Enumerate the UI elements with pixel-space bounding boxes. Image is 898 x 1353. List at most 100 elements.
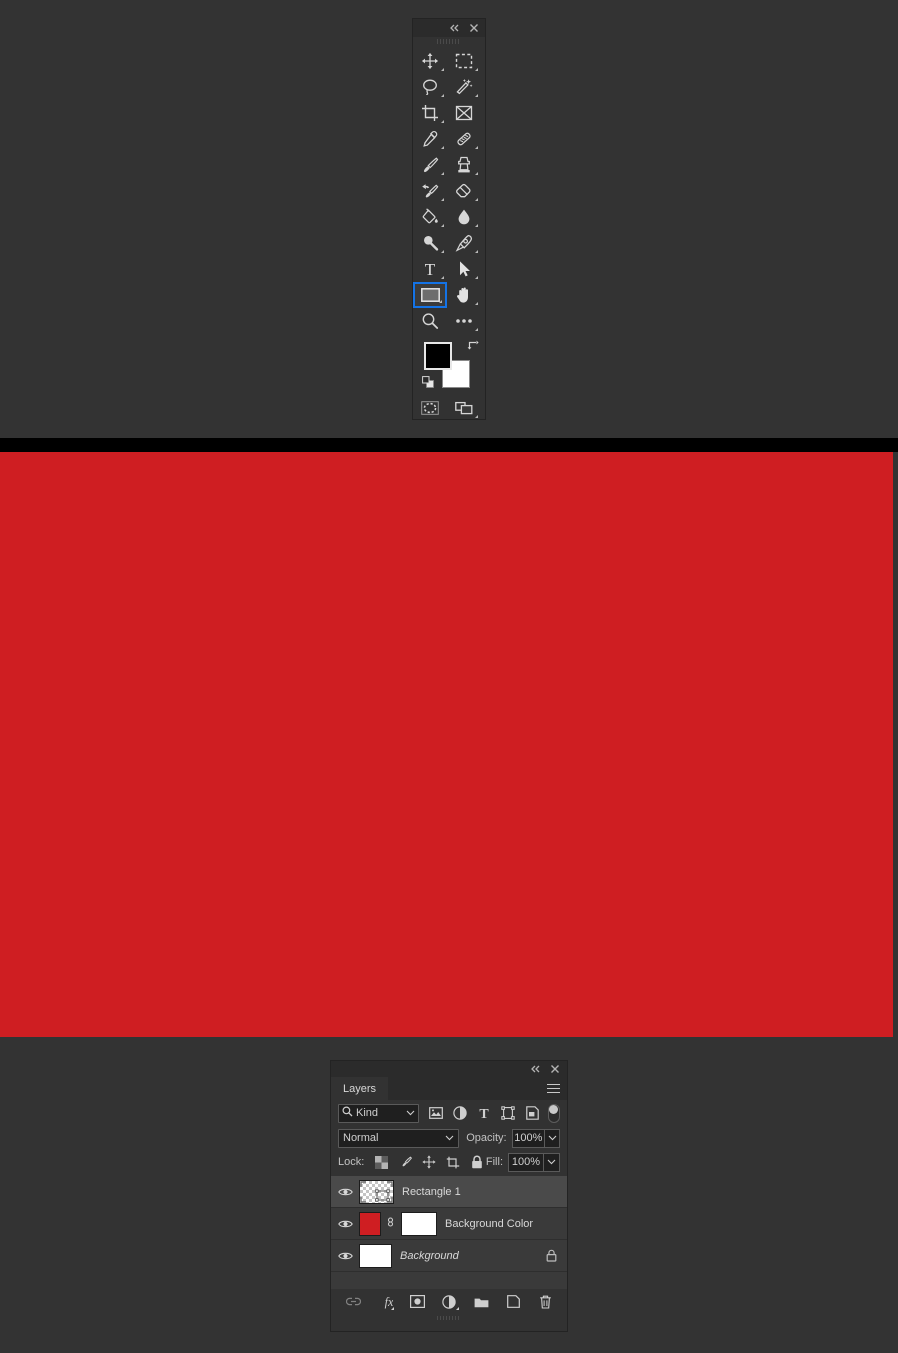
tool-flyout-indicator (439, 300, 442, 303)
blend-mode-select[interactable]: Normal (338, 1128, 460, 1148)
magic-wand-tool[interactable] (447, 74, 481, 100)
crop-tool[interactable] (413, 100, 447, 126)
filter-smart-objects-icon[interactable] (525, 1106, 539, 1121)
opacity-label: Opacity: (466, 1132, 507, 1144)
filter-icon-group: T (429, 1106, 539, 1121)
rectangle-tool[interactable] (413, 282, 447, 308)
edit-toolbar-tool[interactable] (447, 308, 481, 334)
layer-visibility-icon[interactable] (331, 1187, 359, 1197)
tool-flyout-indicator (441, 172, 444, 175)
lock-label: Lock: (338, 1156, 365, 1168)
add-layer-mask-button[interactable] (409, 1294, 425, 1309)
blur-tool[interactable] (447, 204, 481, 230)
close-icon[interactable] (468, 22, 480, 34)
layers-panel-resize-grip[interactable] (331, 1314, 567, 1321)
tool-flyout-indicator (441, 94, 444, 97)
hand-tool[interactable] (447, 282, 481, 308)
brush-tool[interactable] (413, 152, 447, 178)
tools-panel-titlebar (413, 19, 485, 37)
horizontal-type-tool[interactable]: T (413, 256, 447, 282)
rectangular-marquee-tool[interactable] (447, 48, 481, 74)
tool-flyout-indicator (441, 224, 444, 227)
layers-panel: Layers Kind T Normal Opacity: 100% Lock:… (330, 1060, 568, 1332)
tools-panel-drag-grip[interactable] (413, 37, 485, 46)
history-brush-tool[interactable] (413, 178, 447, 204)
table-row[interactable]: Background (331, 1240, 567, 1272)
delete-layer-button[interactable] (538, 1294, 553, 1309)
layer-visibility-icon[interactable] (331, 1251, 359, 1261)
layer-name: Background Color (445, 1217, 534, 1230)
lock-artboard-nesting-icon[interactable] (446, 1155, 460, 1169)
opacity-dropdown-button[interactable] (544, 1128, 560, 1148)
filter-kind-select[interactable]: Kind (338, 1103, 420, 1123)
canvas-top-black-bar (0, 438, 898, 452)
tool-grid: T (413, 46, 485, 334)
new-fill-adjustment-button[interactable] (442, 1294, 459, 1310)
lock-image-pixels-icon[interactable] (398, 1155, 412, 1169)
layer-mask-thumbnail[interactable] (401, 1211, 437, 1236)
screen-mode-button[interactable] (447, 395, 481, 421)
panel-menu-icon[interactable] (547, 1084, 560, 1094)
opacity-input[interactable]: 100% (511, 1128, 545, 1148)
frame-tool[interactable] (447, 100, 481, 126)
fill-dropdown-button[interactable] (543, 1152, 560, 1172)
search-icon (342, 1106, 353, 1120)
tool-row: T (413, 256, 485, 282)
canvas-red-artwork[interactable] (0, 452, 893, 1037)
tool-row (413, 152, 485, 178)
swap-colors-icon[interactable] (467, 339, 479, 351)
default-colors-icon[interactable] (422, 376, 434, 388)
collapse-icon[interactable] (530, 1064, 542, 1074)
foreground-color-swatch[interactable] (424, 342, 452, 370)
chevron-down-icon (445, 1132, 454, 1144)
filter-adjustment-layers-icon[interactable] (453, 1106, 468, 1121)
tool-row (413, 308, 485, 334)
layer-thumbnail[interactable] (359, 1243, 392, 1268)
chevron-down-icon (406, 1107, 415, 1119)
tool-flyout-indicator (441, 120, 444, 123)
lock-transparent-pixels-icon[interactable] (374, 1155, 388, 1169)
tab-layers[interactable]: Layers (331, 1077, 389, 1100)
layer-visibility-icon[interactable] (331, 1219, 359, 1229)
pen-tool[interactable] (447, 230, 481, 256)
table-row[interactable]: Rectangle 1 (331, 1176, 567, 1208)
move-tool[interactable] (413, 48, 447, 74)
eraser-tool[interactable] (447, 178, 481, 204)
svg-text:T: T (480, 1107, 490, 1120)
layer-style-button[interactable]: fx (378, 1294, 394, 1310)
filter-shape-layers-icon[interactable] (501, 1106, 516, 1121)
table-row[interactable]: Background Color (331, 1208, 567, 1240)
filter-type-layers-icon[interactable]: T (477, 1106, 491, 1121)
tool-row (413, 74, 485, 100)
gradient-tool[interactable] (413, 204, 447, 230)
link-layers-button[interactable] (345, 1294, 361, 1309)
layer-mask-link-icon[interactable] (386, 1215, 396, 1232)
new-layer-button[interactable] (506, 1294, 521, 1309)
tool-flyout-indicator (475, 172, 478, 175)
lasso-tool[interactable] (413, 74, 447, 100)
new-group-button[interactable] (474, 1294, 489, 1309)
eyedropper-tool[interactable] (413, 126, 447, 152)
zoom-tool[interactable] (413, 308, 447, 334)
lock-all-icon[interactable] (470, 1155, 484, 1169)
close-icon[interactable] (549, 1063, 561, 1075)
tool-flyout-indicator (475, 94, 478, 97)
spot-healing-brush-tool[interactable] (447, 126, 481, 152)
collapse-icon[interactable] (449, 23, 461, 33)
tool-flyout-indicator (475, 68, 478, 71)
layer-thumbnail[interactable] (359, 1211, 381, 1236)
layer-thumbnail[interactable] (359, 1179, 394, 1204)
lock-button-group (374, 1155, 484, 1169)
fill-input[interactable]: 100% (508, 1152, 543, 1172)
dodge-tool[interactable] (413, 230, 447, 256)
filter-pixel-layers-icon[interactable] (429, 1106, 444, 1121)
clone-stamp-tool[interactable] (447, 152, 481, 178)
lock-position-icon[interactable] (422, 1155, 436, 1169)
tool-flyout-indicator (441, 198, 444, 201)
quick-mask-mode-button[interactable] (413, 395, 447, 421)
tool-flyout-indicator (441, 276, 444, 279)
filter-enable-toggle[interactable] (548, 1103, 560, 1123)
layer-filter-row: Kind T (331, 1100, 567, 1126)
path-selection-tool[interactable] (447, 256, 481, 282)
blend-mode-value: Normal (343, 1132, 379, 1144)
